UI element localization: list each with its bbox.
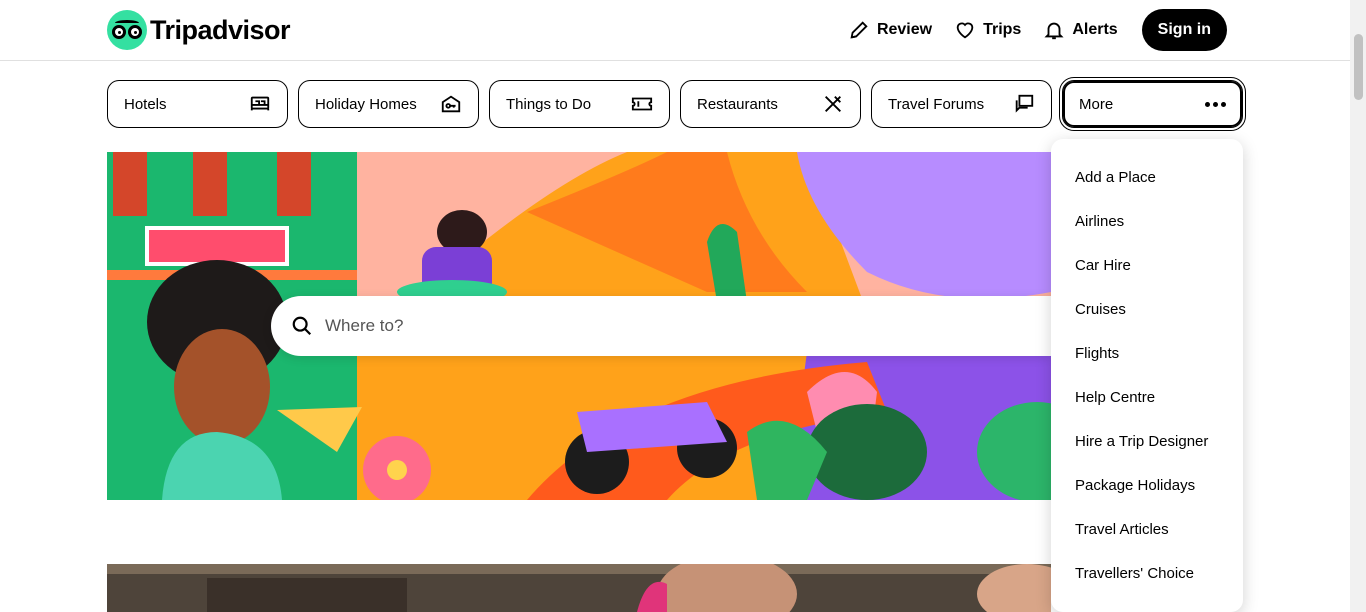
top-header: Tripadvisor Review Trips Alerts Sign in <box>0 0 1350 61</box>
category-tabs: Hotels Holiday Homes Things to Do Restau… <box>107 77 1246 131</box>
search-bar[interactable] <box>271 296 1051 356</box>
logo-text: Tripadvisor <box>150 14 291 45</box>
alerts-label: Alerts <box>1072 21 1118 38</box>
tab-restaurants[interactable]: Restaurants <box>680 80 861 128</box>
bed-icon <box>250 96 270 111</box>
tab-hotels[interactable]: Hotels <box>107 80 288 128</box>
trips-link[interactable]: Trips <box>954 19 1021 41</box>
menu-item-add-a-place[interactable]: Add a Place <box>1051 155 1243 199</box>
menu-item-package-holidays[interactable]: Package Holidays <box>1051 463 1243 507</box>
trips-label: Trips <box>983 21 1022 38</box>
scrollbar-thumb[interactable] <box>1354 34 1363 100</box>
menu-item-airlines[interactable]: Airlines <box>1051 199 1243 243</box>
tab-label: Travel Forums <box>888 95 985 113</box>
house-key-icon <box>441 95 461 113</box>
pencil-icon <box>850 21 868 39</box>
tab-things-to-do[interactable]: Things to Do <box>489 80 670 128</box>
review-link[interactable]: Review <box>848 19 932 41</box>
tripadvisor-logo[interactable]: Tripadvisor <box>107 10 291 50</box>
more-dots-icon <box>1202 101 1226 107</box>
review-label: Review <box>876 21 933 38</box>
page-scrollbar[interactable] <box>1350 0 1366 612</box>
menu-item-travel-articles[interactable]: Travel Articles <box>1051 507 1243 551</box>
alerts-link[interactable]: Alerts <box>1043 19 1118 41</box>
sign-in-button[interactable]: Sign in <box>1141 9 1227 51</box>
menu-item-travellers-choice[interactable]: Travellers' Choice <box>1051 551 1243 595</box>
menu-item-hire-a-trip-designer[interactable]: Hire a Trip Designer <box>1051 419 1243 463</box>
featured-photo-art <box>107 564 1051 612</box>
tab-holiday-homes[interactable]: Holiday Homes <box>298 80 479 128</box>
search-input[interactable] <box>325 316 925 336</box>
more-dropdown-menu: Add a Place Airlines Car Hire Cruises Fl… <box>1051 139 1243 612</box>
bell-icon <box>1044 22 1064 40</box>
tab-label: More <box>1079 95 1114 113</box>
ticket-icon <box>631 97 653 111</box>
menu-item-flights[interactable]: Flights <box>1051 331 1243 375</box>
chat-bubbles-icon <box>1015 94 1034 113</box>
tab-label: Things to Do <box>506 95 592 113</box>
menu-item-car-hire[interactable]: Car Hire <box>1051 243 1243 287</box>
menu-item-help-centre[interactable]: Help Centre <box>1051 375 1243 419</box>
tab-more[interactable]: More <box>1059 77 1246 131</box>
fork-knife-icon <box>825 96 841 112</box>
heart-icon <box>956 22 974 39</box>
header-nav: Review Trips Alerts Sign in <box>826 9 1227 51</box>
search-icon <box>292 316 312 336</box>
tab-travel-forums[interactable]: Travel Forums <box>871 80 1052 128</box>
featured-photo <box>107 564 1051 612</box>
tab-label: Holiday Homes <box>315 95 417 113</box>
tab-label: Hotels <box>124 95 167 113</box>
owl-logo-icon <box>107 10 147 50</box>
menu-item-cruises[interactable]: Cruises <box>1051 287 1243 331</box>
tab-label: Restaurants <box>697 95 778 113</box>
